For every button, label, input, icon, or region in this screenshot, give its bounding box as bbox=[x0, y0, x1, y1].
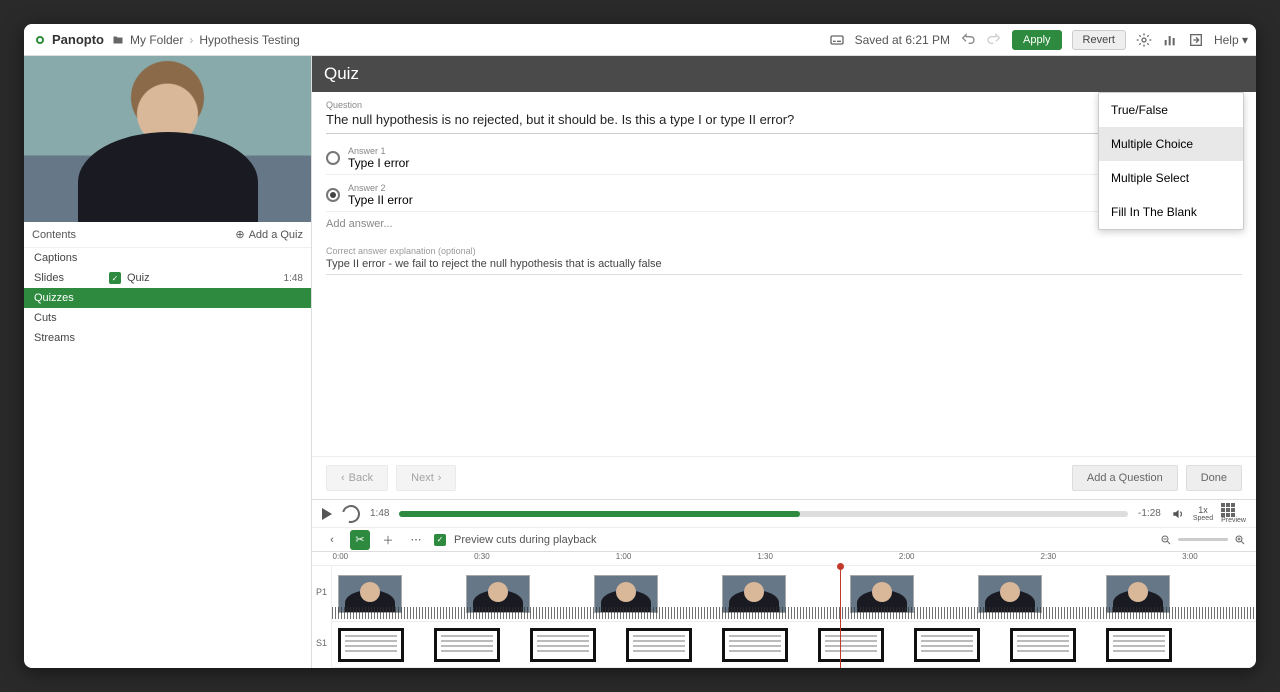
stats-icon[interactable] bbox=[1162, 32, 1178, 48]
nav-contents[interactable]: Contents bbox=[32, 229, 76, 241]
play-icon[interactable] bbox=[322, 508, 332, 520]
breadcrumb: My Folder › Hypothesis Testing bbox=[112, 33, 300, 47]
preview-toggle[interactable]: Preview bbox=[1221, 503, 1246, 524]
quiz-editor: Question The null hypothesis is no rejec… bbox=[312, 92, 1256, 456]
timeline-tools: ‹ ✂ ＋ ⋯ ✓ Preview cuts during playback bbox=[312, 527, 1256, 551]
track-label-s1: S1 bbox=[312, 617, 332, 668]
timeline: 0:00 0:30 1:00 1:30 2:00 2:30 3:00 P1 S1 bbox=[312, 551, 1256, 668]
nav-captions[interactable]: Captions bbox=[24, 248, 311, 268]
qtype-truefalse[interactable]: True/False bbox=[1099, 93, 1243, 127]
zoom-slider[interactable] bbox=[1178, 538, 1228, 541]
chevron-right-icon: › bbox=[189, 33, 193, 47]
slide-clip[interactable] bbox=[434, 628, 500, 662]
radio-selected-icon[interactable] bbox=[326, 188, 340, 202]
slide-clip[interactable] bbox=[1010, 628, 1076, 662]
track-label-p1: P1 bbox=[312, 566, 332, 617]
zoom-in-icon[interactable] bbox=[1234, 534, 1246, 546]
radio-unselected-icon[interactable] bbox=[326, 151, 340, 165]
brand-logo[interactable]: Panopto bbox=[32, 32, 104, 48]
help-menu[interactable]: Help ▾ bbox=[1214, 33, 1248, 47]
check-icon: ✓ bbox=[109, 272, 121, 284]
current-time: 1:48 bbox=[370, 508, 389, 519]
nav-quizzes[interactable]: Quizzes bbox=[24, 288, 311, 308]
captions-icon[interactable] bbox=[829, 32, 845, 48]
chevron-right-icon: › bbox=[438, 472, 442, 484]
left-panel: Contents ⊕ Add a Quiz Captions ✓ Quiz 1:… bbox=[24, 56, 312, 668]
rewind-icon[interactable] bbox=[339, 501, 364, 526]
slide-clip[interactable] bbox=[338, 628, 404, 662]
folder-icon bbox=[112, 34, 124, 46]
back-button[interactable]: ‹Back bbox=[326, 465, 388, 491]
saved-status: Saved at 6:21 PM bbox=[855, 33, 950, 47]
gear-icon[interactable] bbox=[1136, 32, 1152, 48]
slide-clip[interactable] bbox=[914, 628, 980, 662]
slide-clip[interactable] bbox=[530, 628, 596, 662]
qtype-multiplechoice[interactable]: Multiple Choice bbox=[1099, 127, 1243, 161]
waveform bbox=[332, 607, 1256, 619]
quiz-header: Quiz bbox=[312, 56, 1256, 92]
zoom-out-icon[interactable] bbox=[1160, 534, 1172, 546]
quiz-list-item[interactable]: ✓ Quiz 1:48 bbox=[101, 268, 311, 288]
preview-cuts-label[interactable]: Preview cuts during playback bbox=[454, 534, 596, 546]
next-button[interactable]: Next› bbox=[396, 465, 456, 491]
plus-circle-icon: ⊕ bbox=[235, 228, 244, 241]
cut-tool-icon[interactable]: ✂ bbox=[350, 530, 370, 550]
top-bar: Panopto My Folder › Hypothesis Testing S… bbox=[24, 24, 1256, 56]
collapse-icon[interactable]: ‹ bbox=[322, 530, 342, 550]
speed-control[interactable]: 1xSpeed bbox=[1193, 506, 1213, 522]
add-question-button[interactable]: Add a Question bbox=[1072, 465, 1178, 491]
video-track[interactable] bbox=[332, 566, 1256, 622]
volume-icon[interactable] bbox=[1171, 507, 1185, 521]
undo-icon[interactable] bbox=[960, 32, 976, 48]
playhead[interactable] bbox=[840, 566, 841, 668]
checkbox-icon[interactable]: ✓ bbox=[434, 534, 446, 546]
panopto-icon bbox=[32, 32, 48, 48]
grid-icon bbox=[1221, 503, 1235, 517]
timeline-ruler[interactable]: 0:00 0:30 1:00 1:30 2:00 2:30 3:00 bbox=[312, 552, 1256, 566]
done-button[interactable]: Done bbox=[1186, 465, 1242, 491]
more-icon[interactable]: ⋯ bbox=[406, 530, 426, 550]
export-icon[interactable] bbox=[1188, 32, 1204, 48]
progress-bar[interactable] bbox=[399, 511, 1128, 517]
slide-clip[interactable] bbox=[1106, 628, 1172, 662]
nav-streams[interactable]: Streams bbox=[24, 328, 311, 348]
remaining-time: -1:28 bbox=[1138, 508, 1161, 519]
breadcrumb-title[interactable]: Hypothesis Testing bbox=[199, 33, 300, 47]
add-icon[interactable]: ＋ bbox=[378, 530, 398, 550]
qtype-multipleselect[interactable]: Multiple Select bbox=[1099, 161, 1243, 195]
apply-button[interactable]: Apply bbox=[1012, 30, 1062, 50]
redo-icon[interactable] bbox=[986, 32, 1002, 48]
quiz-footer: ‹Back Next› Add a Question Done bbox=[312, 456, 1256, 499]
slide-clip[interactable] bbox=[818, 628, 884, 662]
brand-name: Panopto bbox=[52, 32, 104, 47]
chevron-left-icon: ‹ bbox=[341, 472, 345, 484]
nav-cuts[interactable]: Cuts bbox=[24, 308, 311, 328]
question-type-dropdown[interactable]: True/False Multiple Choice Multiple Sele… bbox=[1098, 92, 1244, 230]
qtype-fillblank[interactable]: Fill In The Blank bbox=[1099, 195, 1243, 229]
slide-track[interactable] bbox=[332, 622, 1256, 668]
breadcrumb-folder[interactable]: My Folder bbox=[130, 33, 183, 47]
video-thumbnail[interactable] bbox=[24, 56, 311, 222]
explanation-label: Correct answer explanation (optional) bbox=[326, 246, 1242, 256]
slide-clip[interactable] bbox=[722, 628, 788, 662]
player-bar: 1:48 -1:28 1xSpeed Preview bbox=[312, 499, 1256, 527]
slide-clip[interactable] bbox=[626, 628, 692, 662]
add-quiz-button[interactable]: ⊕ Add a Quiz bbox=[235, 228, 303, 241]
explanation-input[interactable]: Type II error - we fail to reject the nu… bbox=[326, 256, 1242, 275]
revert-button[interactable]: Revert bbox=[1072, 30, 1126, 50]
